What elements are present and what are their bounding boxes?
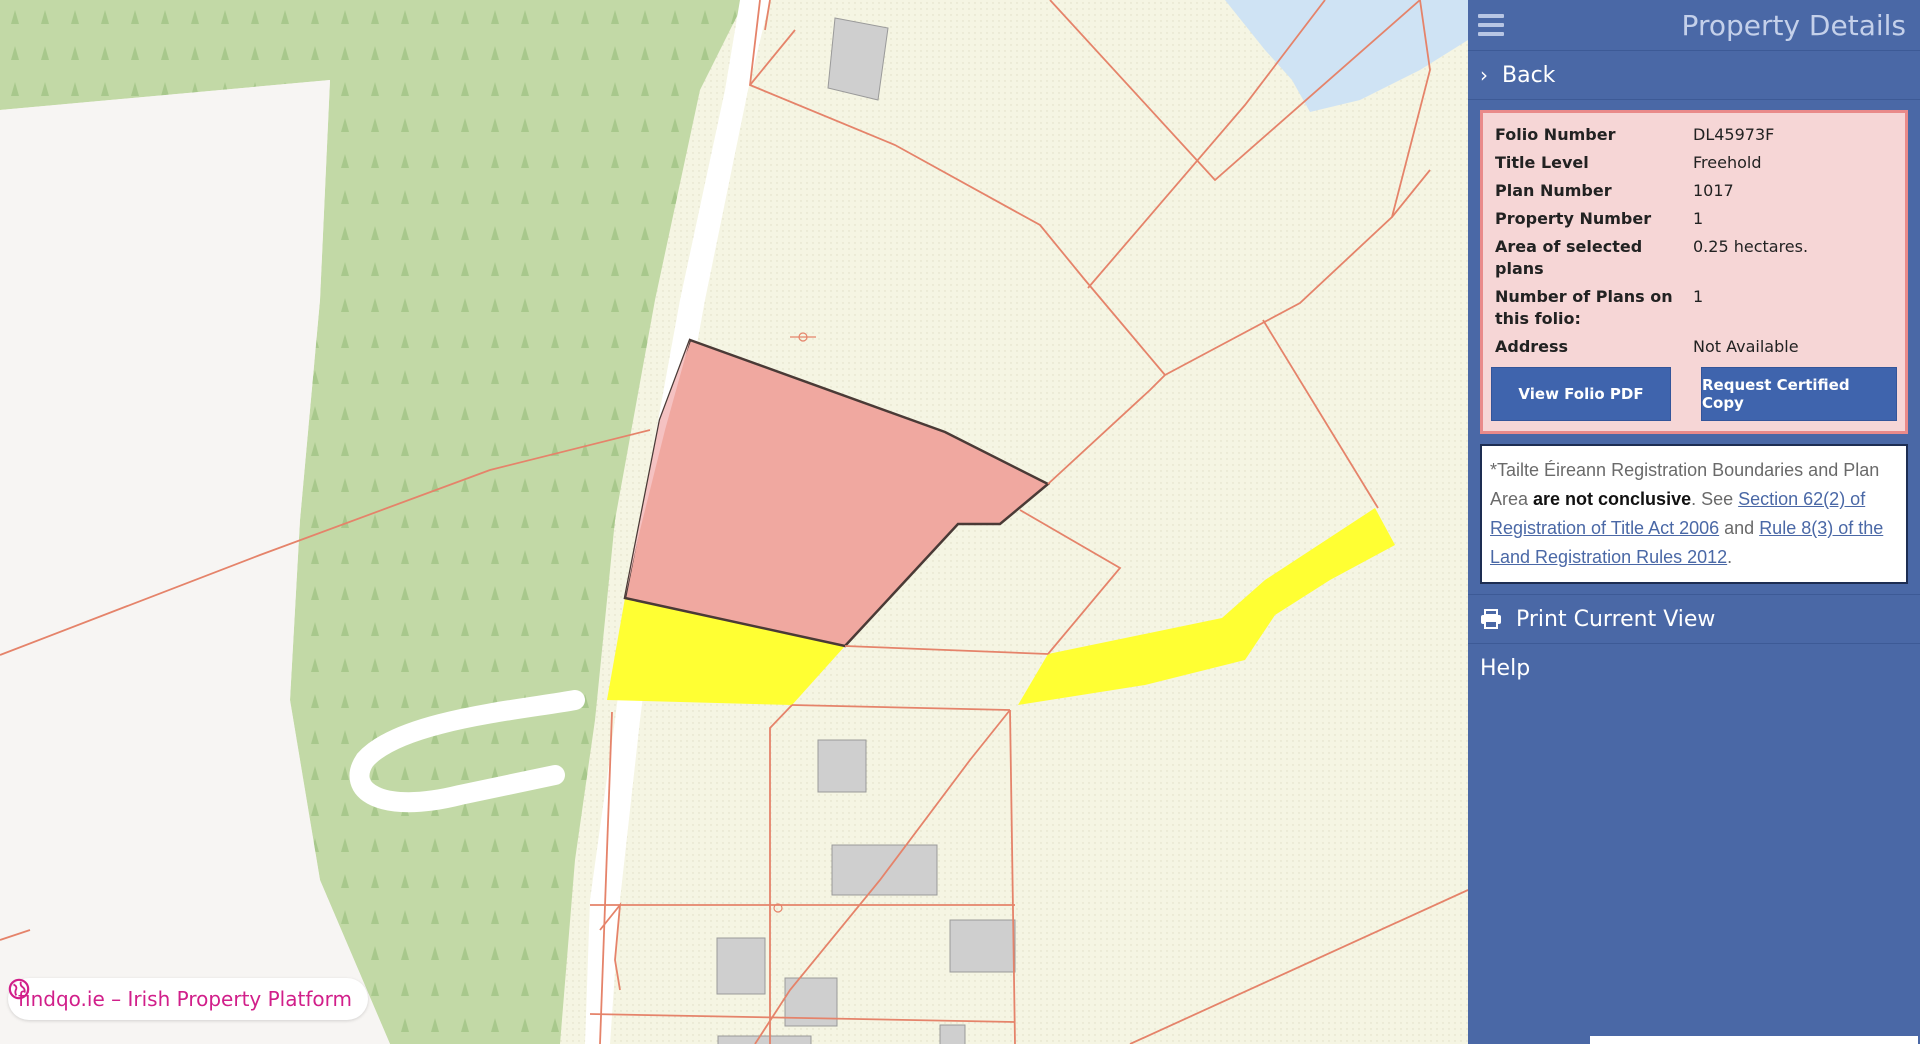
back-label: Back xyxy=(1502,62,1556,88)
map-layer[interactable] xyxy=(0,0,1468,1044)
detail-label: Title Level xyxy=(1495,153,1589,172)
chevron-right-icon: › xyxy=(1480,63,1488,87)
detail-row: Address Not Available xyxy=(1491,333,1897,361)
detail-row: Title Level Freehold xyxy=(1491,149,1897,177)
detail-label: Address xyxy=(1495,337,1569,356)
help-button[interactable]: Help xyxy=(1468,644,1920,692)
detail-label: Area of selected plans xyxy=(1495,237,1643,278)
printer-icon xyxy=(1481,609,1501,629)
request-certified-copy-button[interactable]: Request Certified Copy xyxy=(1701,367,1897,421)
panel-header: Property Details xyxy=(1468,0,1920,51)
disclaimer-text: . See xyxy=(1691,489,1739,509)
detail-row: Number of Plans on this folio: 1 xyxy=(1491,283,1897,333)
detail-value: 1 xyxy=(1693,287,1704,306)
panel-bottom-bar xyxy=(1590,1036,1918,1044)
detail-label: Folio Number xyxy=(1495,125,1616,144)
detail-value: DL45973F xyxy=(1693,125,1775,144)
detail-row: Area of selected plans 0.25 hectares. xyxy=(1491,233,1897,283)
hamburger-menu-icon[interactable] xyxy=(1478,14,1504,36)
detail-value: 1 xyxy=(1693,209,1704,228)
panel-title: Property Details xyxy=(1681,8,1906,42)
disclaimer-emphasis: are not conclusive xyxy=(1533,489,1692,509)
globe-icon xyxy=(8,978,30,1000)
detail-row: Plan Number 1017 xyxy=(1491,177,1897,205)
watermark-badge: findqo.ie – Irish Property Platform xyxy=(8,978,368,1020)
detail-label: Plan Number xyxy=(1495,181,1612,200)
folio-details-box: Folio Number DL45973F Title Level Freeho… xyxy=(1480,110,1908,434)
detail-value: Freehold xyxy=(1693,153,1762,172)
detail-row: Property Number 1 xyxy=(1491,205,1897,233)
detail-value: 1017 xyxy=(1693,181,1734,200)
property-details-panel: Property Details › Back Folio Number DL4… xyxy=(1468,0,1920,1044)
disclaimer-text: and xyxy=(1719,518,1760,538)
map-canvas[interactable]: findqo.ie – Irish Property Platform xyxy=(0,0,1468,1044)
detail-row: Folio Number DL45973F xyxy=(1491,121,1897,149)
back-button[interactable]: › Back xyxy=(1468,51,1920,100)
detail-value: 0.25 hectares. xyxy=(1693,237,1809,256)
details-buttons: View Folio PDF Request Certified Copy xyxy=(1491,367,1897,421)
watermark-text: findqo.ie – Irish Property Platform xyxy=(18,987,352,1011)
print-current-view-button[interactable]: Print Current View xyxy=(1468,595,1920,644)
view-folio-pdf-button[interactable]: View Folio PDF xyxy=(1491,367,1671,421)
detail-value: Not Available xyxy=(1693,337,1799,356)
detail-label: Property Number xyxy=(1495,209,1652,228)
disclaimer-box: *Tailte Éireann Registration Boundaries … xyxy=(1480,444,1908,584)
help-label: Help xyxy=(1480,655,1531,681)
folio-details-table: Folio Number DL45973F Title Level Freeho… xyxy=(1491,121,1897,361)
disclaimer-text: . xyxy=(1727,547,1733,567)
detail-label: Number of Plans on this folio: xyxy=(1495,287,1673,328)
print-label: Print Current View xyxy=(1516,606,1716,632)
